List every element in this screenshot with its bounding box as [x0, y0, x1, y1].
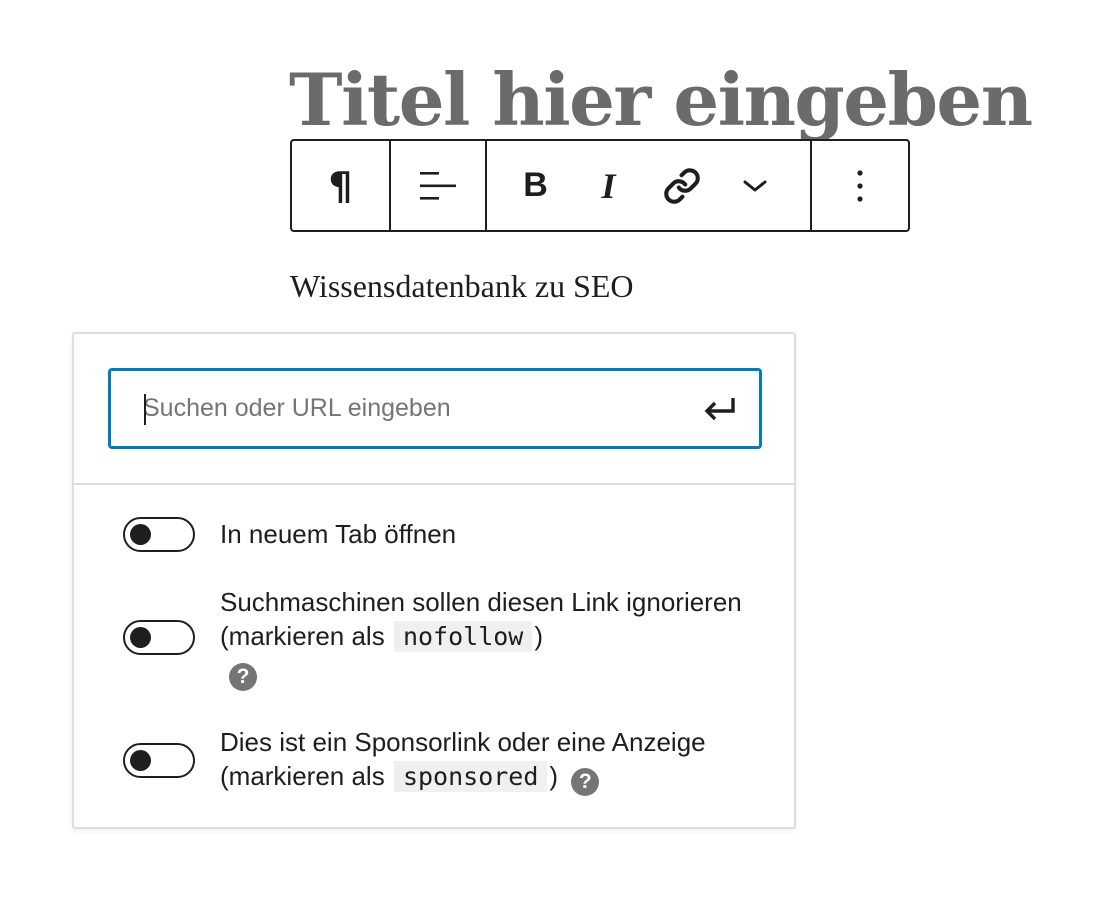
- toggle-knob: [130, 524, 151, 545]
- formatting-group: B I: [485, 141, 810, 230]
- sponsored-code: sponsored: [393, 761, 548, 792]
- nofollow-label-close: ): [534, 621, 544, 651]
- alignment-group: [389, 141, 485, 230]
- new-tab-toggle[interactable]: [123, 517, 195, 552]
- block-toolbar: ¶ B I: [290, 139, 910, 232]
- text-caret: [144, 394, 146, 425]
- nofollow-toggle[interactable]: [123, 620, 195, 655]
- toggle-knob: [130, 627, 151, 648]
- link-button[interactable]: [645, 141, 718, 230]
- more-options-icon: [857, 169, 863, 202]
- sponsored-help-icon[interactable]: ?: [571, 768, 600, 796]
- new-tab-label: In neuem Tab öffnen: [220, 519, 457, 549]
- italic-button[interactable]: I: [572, 141, 645, 230]
- toggle-knob: [130, 750, 151, 771]
- submit-link-button[interactable]: [694, 382, 746, 436]
- nofollow-help-icon[interactable]: ?: [229, 663, 257, 691]
- option-nofollow: Suchmaschinen sollen diesen Link ignorie…: [122, 585, 764, 691]
- chevron-down-icon: [743, 180, 766, 191]
- sponsored-label-close: ): [549, 761, 559, 791]
- more-options-button[interactable]: [812, 141, 908, 230]
- bold-icon: B: [523, 166, 548, 204]
- sponsored-toggle[interactable]: [123, 743, 195, 778]
- bold-button[interactable]: B: [499, 141, 572, 230]
- option-new-tab: In neuem Tab öffnen: [122, 516, 764, 556]
- nofollow-code: nofollow: [393, 621, 533, 652]
- post-title[interactable]: Titel hier eingeben: [289, 54, 1033, 146]
- align-button[interactable]: [391, 141, 485, 230]
- url-search-input[interactable]: [110, 370, 760, 447]
- block-type-button[interactable]: ¶: [292, 141, 389, 230]
- sponsored-label: Dies ist ein Sponsorlink oder eine Anzei…: [220, 725, 764, 796]
- align-left-icon: [420, 171, 456, 200]
- enter-return-icon: [704, 398, 735, 421]
- paragraph-block[interactable]: Wissensdatenbank zu SEO: [290, 266, 634, 306]
- options-group: [810, 141, 908, 230]
- link-icon: [663, 167, 700, 204]
- popover-divider: [74, 483, 794, 485]
- url-search-field: [108, 368, 762, 449]
- option-sponsored: Dies ist ein Sponsorlink oder eine Anzei…: [122, 725, 764, 796]
- block-type-group: ¶: [292, 141, 389, 230]
- link-popover: In neuem Tab öffnen Suchmaschinen sollen…: [72, 332, 796, 829]
- paragraph-icon: ¶: [328, 163, 353, 208]
- more-formatting-button[interactable]: [718, 141, 791, 230]
- italic-icon: I: [601, 165, 616, 206]
- nofollow-label: Suchmaschinen sollen diesen Link ignorie…: [220, 585, 764, 691]
